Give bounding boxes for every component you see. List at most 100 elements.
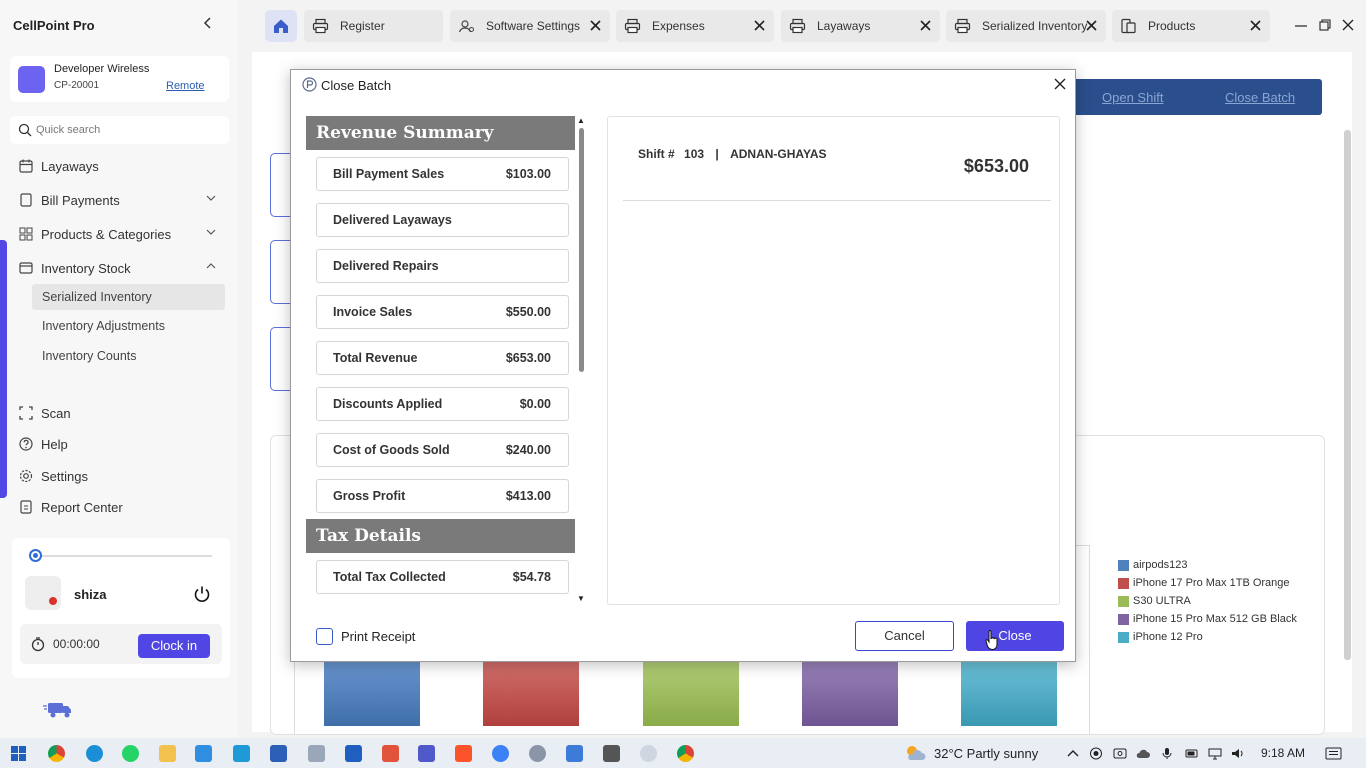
cellpoint-taskbar-icon[interactable] [270,745,287,762]
restore-icon[interactable] [1319,19,1331,31]
tab-label: Register [340,19,385,33]
scroll-thumb[interactable] [579,128,584,372]
brave-icon[interactable] [455,745,472,762]
close-batch-link[interactable]: Close Batch [1225,90,1295,105]
tab-layaways[interactable]: Layaways [781,10,940,42]
sidebar-item-report-center[interactable]: Report Center [18,495,230,519]
cancel-button[interactable]: Cancel [855,621,954,651]
sidebar-item-products-categories[interactable]: Products & Categories [18,222,230,246]
windows-start-icon[interactable] [10,745,27,762]
edge-icon[interactable] [86,745,103,762]
summary-row: Total Tax Collected $54.78 [316,560,569,594]
store-icon[interactable] [195,745,212,762]
record-icon[interactable] [1089,747,1103,760]
tab-software-settings[interactable]: Software Settings [450,10,610,42]
close-icon[interactable] [753,19,766,32]
app-icon[interactable] [382,745,399,762]
tab-label: Serialized Inventory [982,19,1088,33]
close-icon[interactable] [1249,19,1262,32]
sidebar-item-layaways[interactable]: Layaways [18,154,230,178]
store-avatar [18,66,45,93]
tab-register[interactable]: Register [304,10,443,42]
sidebar-item-inventory-counts[interactable]: Inventory Counts [32,343,225,369]
battery-icon[interactable] [1185,747,1199,760]
chrome-icon[interactable] [677,745,694,762]
tab-home[interactable] [265,10,297,42]
revenue-scrollbar[interactable]: ▲ ▼ [577,116,587,604]
scroll-down-icon[interactable]: ▼ [577,594,585,603]
file-explorer-icon[interactable] [159,745,176,762]
notepad-icon[interactable] [566,745,583,762]
taskbar: 32°C Partly sunny 9:18 AM [0,738,1366,768]
printer-icon [312,18,329,34]
main-scrollbar[interactable] [1344,130,1351,660]
close-button[interactable]: Close [966,621,1064,651]
sidebar-item-bill-payments[interactable]: Bill Payments [18,188,230,212]
chrome-icon[interactable] [48,745,65,762]
chart-bar [961,660,1057,726]
app-icon[interactable] [529,745,546,762]
close-batch-dialog: Close Batch Revenue Summary Bill Payment… [290,69,1076,662]
sidebar-item-inventory-stock[interactable]: Inventory Stock [18,256,230,280]
network-icon[interactable] [1208,747,1222,760]
row-label: Delivered Layaways [333,213,452,227]
legend-label: iPhone 15 Pro Max 512 GB Black [1133,613,1297,625]
cloud-icon[interactable] [1136,747,1150,760]
scan-icon [19,406,33,420]
weather-text[interactable]: 32°C Partly sunny [934,746,1038,761]
close-icon[interactable] [919,19,932,32]
app-icon[interactable] [308,745,325,762]
notifications-icon[interactable] [1325,747,1342,760]
sidebar-item-serialized-inventory[interactable]: Serialized Inventory [32,284,225,310]
status-slider-knob[interactable] [29,549,42,562]
clock-time[interactable]: 9:18 AM [1261,746,1305,760]
row-label: Discounts Applied [333,397,443,411]
settings-icon [458,20,474,33]
sidebar-item-settings[interactable]: Settings [18,464,230,488]
chevron-up-icon[interactable] [1066,747,1080,760]
whatsapp-icon[interactable] [122,745,139,762]
camera-icon[interactable] [1113,747,1127,760]
print-receipt-checkbox[interactable] [316,628,333,645]
print-receipt-option[interactable]: Print Receipt [316,628,415,645]
sidebar-item-scan[interactable]: Scan [18,401,230,425]
power-icon[interactable] [192,584,212,604]
printer-icon [954,18,971,34]
sidebar-item-inventory-adjustments[interactable]: Inventory Adjustments [32,313,225,339]
open-shift-link[interactable]: Open Shift [1102,90,1163,105]
microphone-icon[interactable] [1160,747,1174,760]
printer-icon [624,18,641,34]
scroll-up-icon[interactable]: ▲ [577,116,585,125]
sidebar-item-help[interactable]: Help [18,432,230,456]
collapse-sidebar-button[interactable] [200,16,216,34]
chart-bar [324,660,420,726]
calculator-icon[interactable] [603,745,620,762]
summary-row: Total Revenue $653.00 [316,341,569,375]
clock-in-button[interactable]: Clock in [138,634,210,658]
close-icon[interactable] [1053,77,1067,91]
tab-expenses[interactable]: Expenses [616,10,774,42]
dialog-title: Close Batch [321,78,392,93]
app-icon[interactable] [492,745,509,762]
tab-products[interactable]: Products [1112,10,1270,42]
app-icon[interactable] [345,745,362,762]
weather-icon[interactable] [903,744,927,762]
volume-icon[interactable] [1231,747,1245,760]
revenue-summary-heading: Revenue Summary [306,116,575,150]
tab-serialized-inventory[interactable]: Serialized Inventory [946,10,1106,42]
delivery-truck-icon[interactable] [42,698,74,720]
legend-swatch [1118,631,1129,643]
print-receipt-label: Print Receipt [341,629,416,644]
search-input[interactable] [36,120,221,140]
close-icon[interactable] [589,19,602,32]
window-close-icon[interactable] [1342,19,1354,31]
timer-icon [31,637,45,652]
summary-row: Bill Payment Sales $103.00 [316,157,569,191]
close-icon[interactable] [1085,19,1098,32]
sidebar-item-label: Inventory Stock [41,260,131,276]
loading-icon[interactable] [640,745,657,762]
grid-icon [19,227,33,241]
app-icon[interactable] [233,745,250,762]
teams-icon[interactable] [418,745,435,762]
remote-link[interactable]: Remote [166,80,205,92]
